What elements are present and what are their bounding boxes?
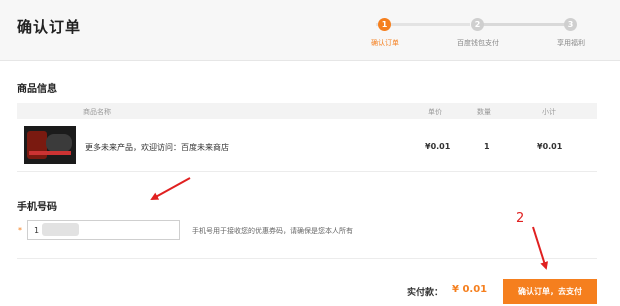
step-3-circle: 3 <box>564 18 577 31</box>
step-connector-2 <box>483 23 565 26</box>
progress-steps: 1 2 3 确认订单 百度钱包支付 享用福利 <box>362 16 612 50</box>
product-price: ¥0.01 <box>425 142 451 151</box>
product-subtotal: ¥0.01 <box>537 142 563 151</box>
product-table-header: 商品名称 单价 数量 小计 <box>17 103 597 119</box>
payment-amount: ¥ 0.01 <box>452 284 488 295</box>
payment-label: 实付款： <box>407 288 444 298</box>
column-header-subtotal: 小计 <box>542 108 556 116</box>
phone-redaction <box>42 223 79 236</box>
annotation-number: 2 <box>516 211 525 226</box>
annotation-arrow-button <box>532 226 548 270</box>
phone-section-title: 手机号码 <box>17 202 57 213</box>
required-mark: * <box>18 226 22 235</box>
table-row: 更多未来产品，欢迎访问：百度未来商店 ¥0.01 1 ¥0.01 <box>17 122 597 172</box>
step-1-circle: 1 <box>378 18 391 31</box>
page-header: 确认订单 1 2 3 确认订单 百度钱包支付 享用福利 <box>0 0 620 61</box>
step-3-label: 享用福利 <box>557 39 585 47</box>
page-title: 确认订单 <box>17 18 82 36</box>
step-1-label: 确认订单 <box>371 39 399 47</box>
section-divider <box>17 258 597 259</box>
annotation-arrow-phone <box>150 177 191 200</box>
column-header-price: 单价 <box>428 108 442 116</box>
product-thumbnail[interactable] <box>24 126 76 164</box>
step-2-label: 百度钱包支付 <box>457 39 499 47</box>
column-header-name: 商品名称 <box>83 108 111 116</box>
step-2-circle: 2 <box>471 18 484 31</box>
column-header-quantity: 数量 <box>477 108 491 116</box>
product-section-title: 商品信息 <box>17 84 57 95</box>
phone-hint: 手机号用于接收您的优惠券码，请确保是您本人所有 <box>192 227 353 235</box>
confirm-pay-button[interactable]: 确认订单，去支付 <box>503 279 597 304</box>
product-name[interactable]: 更多未来产品，欢迎访问：百度未来商店 <box>85 142 229 153</box>
product-quantity: 1 <box>484 142 490 151</box>
